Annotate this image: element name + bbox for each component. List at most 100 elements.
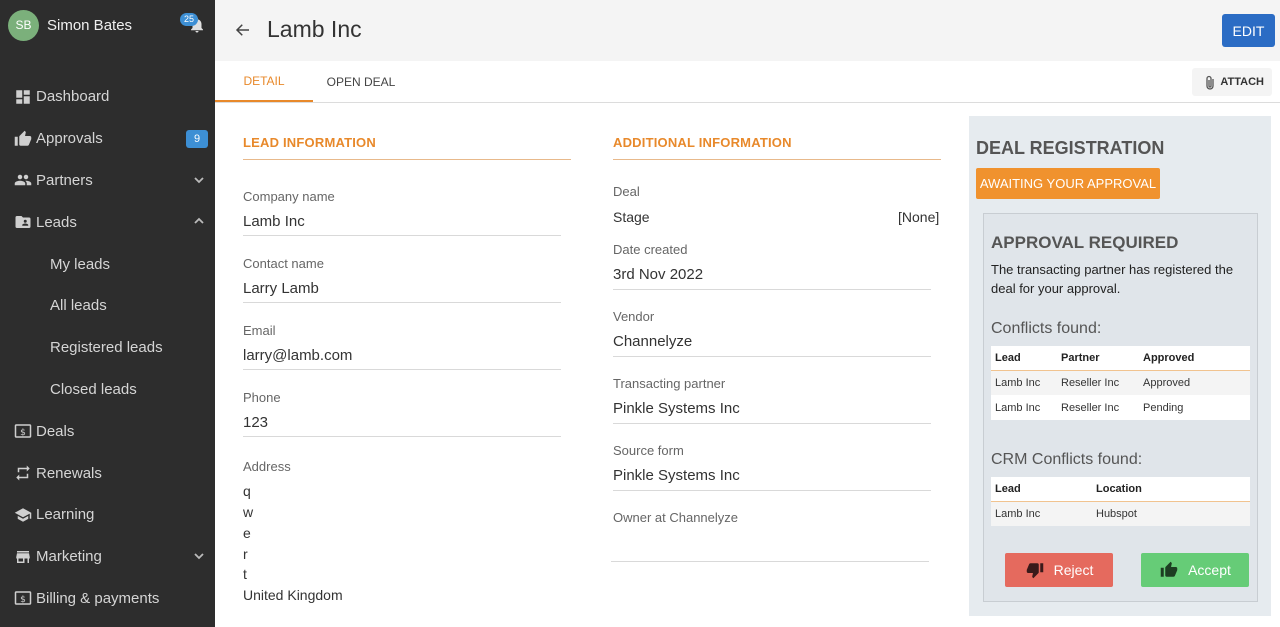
tab-detail[interactable]: DETAIL — [215, 61, 313, 102]
table-header-row: Lead Location — [991, 477, 1250, 502]
nav-my-leads[interactable]: My leads — [0, 243, 215, 285]
address-line: t — [243, 566, 247, 582]
column-header: Lead — [991, 346, 1057, 371]
nav-label: Renewals — [36, 464, 102, 482]
approval-box: APPROVAL REQUIRED The transacting partne… — [983, 213, 1258, 602]
status-badge: AWAITING YOUR APPROVAL — [976, 168, 1160, 199]
nav-label: My leads — [50, 255, 111, 273]
nav-label: Learning — [36, 506, 95, 524]
chevron-down-icon[interactable] — [193, 550, 205, 562]
nav-closed-leads[interactable]: Closed leads — [0, 369, 215, 411]
table-cell: Lamb Inc — [995, 401, 1041, 414]
nav-label: Dashboard — [36, 88, 110, 106]
attach-button[interactable]: ATTACH — [1192, 68, 1272, 96]
nav-partners[interactable]: Partners — [0, 160, 215, 202]
school-icon — [13, 505, 33, 525]
page-title: Lamb Inc — [267, 16, 362, 42]
reject-label: Reject — [1053, 562, 1094, 578]
nav-deals[interactable]: $ Deals — [0, 410, 215, 452]
table-cell: Lamb Inc — [991, 501, 1092, 526]
notification-badge: 25 — [180, 13, 199, 26]
approval-title: APPROVAL REQUIRED — [991, 233, 1179, 252]
address-label: Address — [243, 459, 291, 474]
source-label: Source form — [613, 443, 684, 458]
approval-description: The transacting partner has registered t… — [991, 262, 1234, 296]
nav-label: Registered leads — [50, 339, 163, 357]
nav-leads[interactable]: Leads — [0, 201, 215, 243]
page-header: Lamb Inc EDIT — [215, 0, 1280, 61]
svg-text:$: $ — [20, 428, 26, 438]
divider — [613, 423, 931, 424]
nav-dashboard[interactable]: Dashboard — [0, 76, 215, 118]
table-cell: Reseller Inc — [1061, 401, 1120, 414]
dashboard-icon — [13, 87, 33, 107]
deal-registration-panel: DEAL REGISTRATION AWAITING YOUR APPROVAL… — [969, 116, 1271, 616]
avatar[interactable]: SB — [8, 9, 39, 41]
divider — [613, 159, 941, 160]
column-header: Partner — [1057, 346, 1139, 371]
divider — [243, 235, 561, 236]
nav-registered-leads[interactable]: Registered leads — [0, 327, 215, 369]
partner-value: Pinkle Systems Inc — [613, 400, 740, 417]
store-icon — [13, 547, 33, 567]
chevron-down-icon[interactable] — [193, 174, 205, 186]
dollar-icon: $ — [13, 588, 33, 608]
email-value[interactable]: larry@lamb.com — [243, 347, 352, 364]
thumbs-up-icon — [13, 129, 33, 149]
nav-label: Marketing — [36, 548, 102, 566]
column-header: Approved — [1139, 346, 1250, 371]
stage-label: Stage — [613, 209, 650, 225]
tab-open-deal[interactable]: OPEN DEAL — [313, 61, 409, 102]
phone-value: 123 — [243, 414, 269, 431]
address-line: w — [243, 504, 254, 520]
nav-all-leads[interactable]: All leads — [0, 285, 215, 327]
back-arrow-icon[interactable] — [234, 21, 252, 39]
table-row[interactable]: Lamb Inc Hubspot — [991, 501, 1250, 526]
chevron-up-icon[interactable] — [193, 215, 205, 227]
accept-button[interactable]: Accept — [1141, 553, 1249, 587]
company-label: Company name — [243, 189, 335, 204]
crm-conflicts-title: CRM Conflicts found: — [991, 451, 1143, 468]
edit-button[interactable]: EDIT — [1222, 14, 1275, 47]
main-nav: Dashboard Approvals 9 Partners Leads My … — [0, 76, 215, 619]
owner-label: Owner at Channelyze — [613, 510, 739, 525]
nav-billing[interactable]: $ Billing & payments — [0, 578, 215, 620]
thumbs-down-icon — [1026, 563, 1043, 579]
dollar-icon: $ — [13, 421, 33, 441]
attach-label: ATTACH — [1220, 76, 1264, 88]
column-header: Lead — [991, 477, 1092, 502]
folder-icon — [13, 212, 33, 232]
divider — [243, 302, 561, 303]
divider — [611, 561, 929, 562]
nav-renewals[interactable]: Renewals — [0, 452, 215, 494]
vendor-label: Vendor — [613, 309, 655, 324]
nav-marketing[interactable]: Marketing — [0, 536, 215, 578]
divider — [243, 159, 571, 160]
date-value: 3rd Nov 2022 — [613, 266, 704, 283]
conflicts-title: Conflicts found: — [991, 320, 1102, 337]
table-row[interactable]: Lamb Inc Reseller Inc Approved — [991, 370, 1250, 395]
divider — [243, 369, 561, 370]
reject-button[interactable]: Reject — [1005, 553, 1113, 587]
nav-label: Deals — [36, 422, 75, 440]
svg-text:$: $ — [20, 595, 26, 605]
divider — [613, 490, 931, 491]
approvals-badge: 9 — [186, 129, 208, 148]
vendor-value: Channelyze — [613, 333, 693, 350]
phone-label: Phone — [243, 390, 281, 405]
repeat-icon — [13, 463, 33, 483]
table-row[interactable]: Lamb Inc Reseller Inc Pending — [991, 395, 1250, 420]
people-icon — [13, 170, 33, 190]
contact-value: Larry Lamb — [243, 280, 319, 297]
nav-approvals[interactable]: Approvals 9 — [0, 118, 215, 160]
nav-learning[interactable]: Learning — [0, 494, 215, 536]
tab-bar: DETAIL OPEN DEAL ATTACH — [215, 61, 1280, 103]
nav-label: All leads — [50, 297, 107, 315]
additional-info-heading: ADDITIONAL INFORMATION — [613, 135, 792, 150]
user-name[interactable]: Simon Bates — [47, 17, 132, 34]
table-header-row: Lead Partner Approved — [991, 346, 1250, 371]
user-menu[interactable]: SB Simon Bates 25 — [0, 0, 215, 50]
table-cell: Reseller Inc — [1057, 370, 1139, 395]
address-line: United Kingdom — [243, 587, 343, 603]
deal-label: Deal — [613, 184, 640, 199]
